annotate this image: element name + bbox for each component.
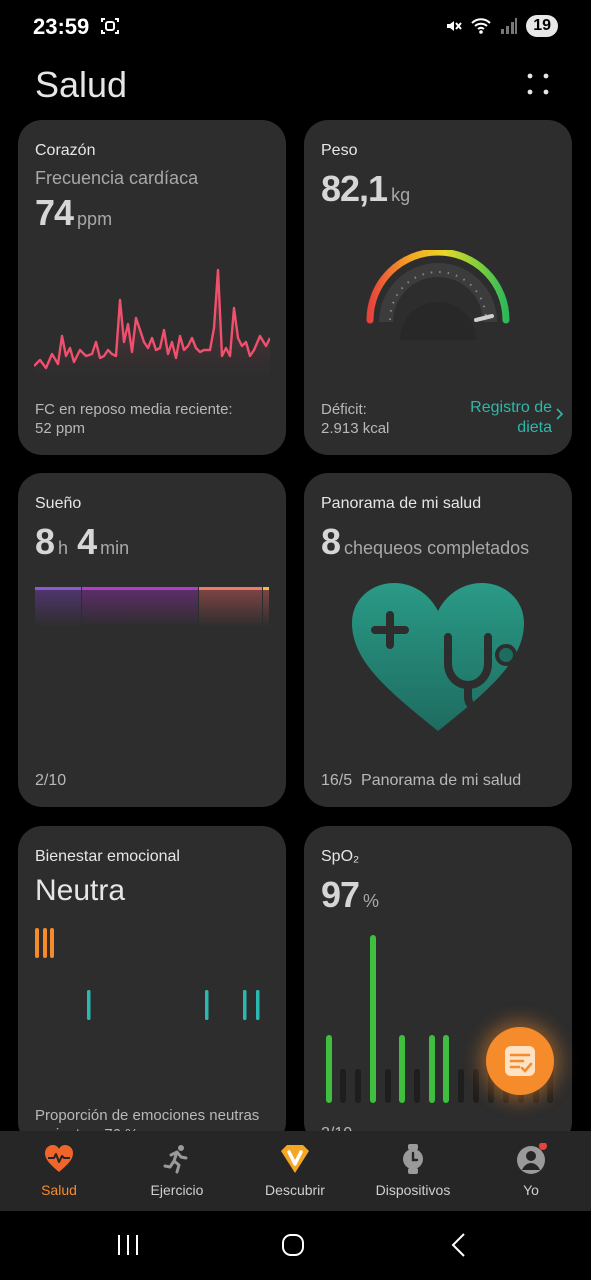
nav-me[interactable]: Yo — [472, 1131, 590, 1211]
recent-apps-icon[interactable] — [116, 1233, 140, 1257]
sleep-hours: 8 — [35, 521, 55, 562]
nav-devices-label: Dispositivos — [375, 1182, 451, 1198]
deficit-label: Déficit: — [321, 401, 367, 418]
profile-icon — [517, 1143, 547, 1174]
emotional-wellbeing-card[interactable]: Bienestar emocional Neutra Proporción de… — [18, 826, 286, 1146]
status-bar: 23:59 19 — [0, 0, 591, 56]
battery-level: 19 — [526, 15, 558, 37]
heart-card[interactable]: Corazón Frecuencia cardíaca 74 ppm FC en … — [18, 120, 286, 455]
checks-count: 8 — [321, 521, 341, 562]
overview-date: 16/5 — [321, 772, 353, 789]
nav-health[interactable]: Salud — [0, 1131, 118, 1211]
nav-exercise[interactable]: Ejercicio — [118, 1131, 236, 1211]
diet-log-link[interactable]: Registro de dieta — [442, 398, 564, 438]
more-options-icon[interactable] — [526, 72, 550, 96]
spo2-card[interactable]: SpO₂ 97% 2/10 — [304, 826, 572, 1146]
running-icon — [163, 1145, 188, 1174]
wifi-icon — [471, 18, 491, 34]
neutral-emotion-proportion: Proporción de emociones neutras — [35, 1107, 260, 1124]
overview-footer: 16/5 Panorama de mi salud — [321, 771, 521, 790]
sleep-date: 2/10 — [35, 772, 67, 789]
sleep-minutes: 4 — [77, 521, 97, 562]
status-time: 23:59 — [33, 14, 90, 39]
signal-icon — [501, 18, 518, 34]
deficit-value: 2.913 kcal — [321, 420, 390, 437]
nav-exercise-label: Ejercicio — [150, 1182, 204, 1198]
heart-rate-number: 74 — [35, 192, 74, 233]
bottom-navigation: Salud Ejercicio Descubrir Dispositivos Y… — [0, 1131, 591, 1211]
screenshot-icon — [101, 18, 119, 34]
weight-number: 82,1 — [321, 168, 388, 209]
heart-rate-label: Frecuencia cardíaca — [35, 168, 199, 188]
nav-health-label: Salud — [41, 1182, 77, 1198]
sleep-card[interactable]: Sueño 8h 4 min 2/10 — [18, 473, 286, 807]
weight-gauge — [366, 250, 510, 340]
back-icon[interactable] — [448, 1233, 472, 1257]
heart-rate-unit: ppm — [77, 209, 113, 229]
diet-log-link-line1: Registro de — [470, 399, 552, 416]
sleep-card-title: Sueño — [35, 495, 82, 512]
record-checklist-icon — [505, 1046, 535, 1076]
spo2-value: 97% — [321, 874, 379, 916]
nav-discover[interactable]: Descubrir — [236, 1131, 354, 1211]
heart-rate-chart — [34, 268, 270, 378]
chevron-right-icon — [556, 408, 564, 420]
emotion-value: Neutra — [35, 874, 126, 907]
emotion-timeline-chart — [35, 928, 260, 1020]
health-overview-title: Panorama de mi salud — [321, 495, 482, 512]
resting-hr-value: 52 ppm — [35, 420, 86, 437]
home-icon[interactable] — [281, 1233, 305, 1257]
spo2-card-title: SpO₂ — [321, 848, 360, 865]
sleep-minutes-unit: min — [100, 538, 130, 558]
sleep-duration: 8h 4 min — [35, 521, 129, 563]
sleep-stages-chart — [35, 587, 269, 627]
page-title: Salud — [35, 64, 128, 105]
heart-card-title: Corazón — [35, 142, 96, 159]
discover-icon — [281, 1145, 309, 1173]
weight-card[interactable]: Peso 82,1 kg Déficit: 2.913 kcal Registro… — [304, 120, 572, 455]
heart-rate-value: 74 ppm — [35, 192, 112, 234]
nav-discover-label: Descubrir — [265, 1182, 325, 1198]
heart-pulse-icon — [45, 1145, 73, 1172]
sleep-hours-unit: h — [58, 538, 69, 558]
overview-footer-label: Panorama de mi salud — [361, 772, 522, 789]
weight-unit: kg — [391, 185, 411, 205]
emotion-card-title: Bienestar emocional — [35, 848, 180, 865]
diet-log-link-line2: dieta — [517, 419, 552, 436]
system-navigation-bar — [0, 1211, 591, 1280]
resting-hr-label: FC en reposo media reciente: — [35, 401, 233, 418]
checks-label: chequeos completados — [344, 538, 530, 558]
nav-devices[interactable]: Dispositivos — [354, 1131, 472, 1211]
weight-value: 82,1 kg — [321, 168, 410, 210]
mute-icon — [447, 21, 462, 31]
weight-card-title: Peso — [321, 142, 358, 159]
quick-record-button[interactable] — [486, 1027, 554, 1095]
heart-stethoscope-icon — [352, 583, 524, 731]
spo2-unit: % — [363, 891, 380, 911]
spo2-number: 97 — [321, 874, 360, 915]
nav-me-label: Yo — [523, 1182, 539, 1198]
health-overview-card[interactable]: Panorama de mi salud 8 chequeos completad… — [304, 473, 572, 807]
watch-icon — [403, 1144, 423, 1174]
checks-value: 8 chequeos completados — [321, 521, 529, 563]
